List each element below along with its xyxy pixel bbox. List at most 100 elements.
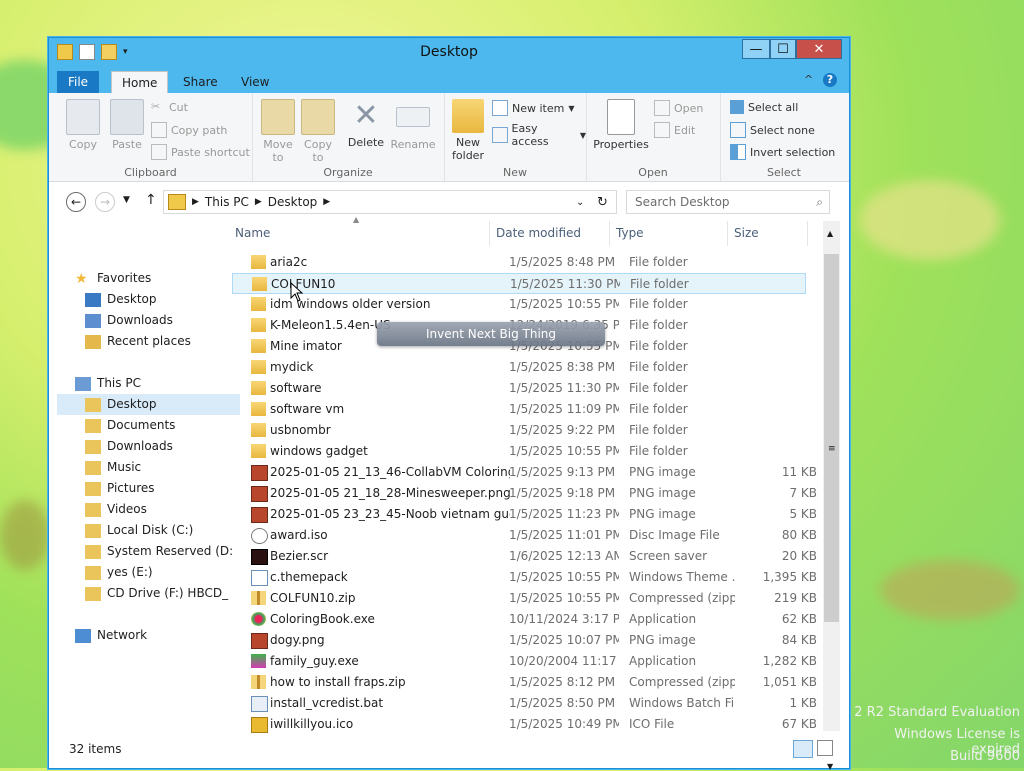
cell-name: software vm [270,402,345,416]
cell-name: award.iso [270,528,328,542]
up-button[interactable]: ↑ [145,192,157,208]
paste-shortcut-button[interactable]: Paste shortcut [151,144,250,160]
close-button[interactable]: ✕ [796,39,842,59]
nav-favorites[interactable]: ★ Favorites [49,268,243,289]
table-row[interactable]: idm windows older version 1/5/2025 10:55 … [232,294,806,315]
invert-selection-icon [730,144,746,160]
details-view-icon[interactable] [793,740,813,758]
delete-button[interactable]: ✕ Delete [346,99,386,150]
large-icons-view-icon[interactable] [817,740,833,756]
table-row[interactable]: install_vcredist.bat 1/5/2025 8:50 PM Wind… [232,693,817,714]
new-item-button[interactable]: New item ▼ [492,100,575,116]
back-button[interactable]: ← [66,192,86,212]
column-header-type[interactable]: Type [610,221,728,246]
cell-date: 1/5/2025 9:13 PM [509,465,616,479]
floating-tooltip: Invent Next Big Thing [377,322,605,346]
breadcrumb-desktop[interactable]: Desktop [268,195,318,209]
table-row[interactable]: windows gadget 1/5/2025 10:55 PM File fold… [232,441,806,462]
select-group: Select all Select none Invert selection … [720,93,848,181]
copy-button[interactable]: Copy [63,99,103,151]
nav-label: Local Disk (C:) [107,523,194,537]
scrollbar-thumb[interactable] [824,254,839,622]
cell-name: install_vcredist.bat [270,696,384,710]
table-row[interactable]: 2025-01-05 21_13_46-CollabVM Coloring ..… [232,462,817,483]
table-row[interactable]: how to install fraps.zip 1/5/2025 8:12 PM… [232,672,817,693]
copy-to-button[interactable]: Copy to [300,99,336,164]
scroll-down-icon[interactable]: ▼ [827,762,833,771]
properties-button[interactable]: Properties [592,99,650,151]
cell-date: 1/5/2025 10:07 PM [509,633,619,647]
paste-button[interactable]: Paste [107,99,147,151]
nav-pc-item[interactable]: Desktop [57,394,240,415]
address-dropdown-icon[interactable]: ⌄ [576,197,584,208]
png-file-icon [251,465,268,481]
new-folder-button[interactable]: New folder [450,99,486,162]
vertical-scrollbar[interactable]: ▲ ≡ ▼ [823,221,840,771]
table-row[interactable]: 2025-01-05 23_23_45-Noob vietnam gues...… [232,504,817,525]
cell-name: iwillkillyou.ico [270,717,354,731]
refresh-icon[interactable]: ↻ [597,195,608,210]
minimize-button[interactable]: — [742,39,770,59]
nav-network[interactable]: Network [49,625,243,646]
invert-selection-button[interactable]: Invert selection [730,144,835,160]
cell-name: software [270,381,322,395]
tab-home[interactable]: Home [111,71,169,94]
cell-size: 1,282 KB [762,654,817,668]
maximize-button[interactable]: ☐ [770,39,796,59]
cell-name: COLFUN10 [271,277,336,291]
table-row[interactable]: dogy.png 1/5/2025 10:07 PM PNG image 84 KB [232,630,817,651]
nav-this-pc[interactable]: This PC [49,373,243,394]
table-row[interactable]: mydick 1/5/2025 8:38 PM File folder [232,357,806,378]
column-header-name[interactable]: Name [217,221,490,246]
easy-access-button[interactable]: Easy access ▼ [492,122,586,148]
cell-date: 1/5/2025 10:55 PM [509,444,619,458]
table-row[interactable]: COLFUN10 1/5/2025 11:30 PM File folder [232,273,806,294]
cell-type: File folder [629,318,688,332]
search-input[interactable]: Search Desktop ⌕ [626,190,830,214]
tab-file[interactable]: File [57,71,99,93]
table-row[interactable]: c.themepack 1/5/2025 10:55 PM Windows Them… [232,567,817,588]
table-row[interactable]: ColoringBook.exe 10/11/2024 3:17 PM Applic… [232,609,817,630]
title-bar[interactable]: ▾ Desktop — ☐ ✕ [49,38,849,68]
scroll-up-icon[interactable]: ▲ [827,229,833,238]
forward-button[interactable]: → [95,192,115,212]
cut-button[interactable]: ✂ Cut [151,100,188,114]
nav-label: Documents [107,418,176,432]
nav-label: Pictures [107,481,155,495]
table-row[interactable]: aria2c 1/5/2025 8:48 PM File folder [232,252,806,273]
folder-file-icon [251,423,266,437]
nav-label: Desktop [107,397,157,411]
help-icon[interactable]: ? [823,73,837,87]
breadcrumb-this-pc[interactable]: This PC [205,195,249,209]
scissors-icon: ✂ [151,100,161,113]
move-to-button[interactable]: Move to [260,99,296,164]
tab-share[interactable]: Share [173,71,228,93]
theme-file-icon [251,570,268,586]
collapse-ribbon-icon[interactable]: ^ [804,73,813,86]
table-row[interactable]: usbnombr 1/5/2025 9:22 PM File folder [232,420,806,441]
rename-button[interactable]: Rename [390,99,436,151]
recent-locations-icon[interactable]: ▼ [123,195,130,205]
table-row[interactable]: family_guy.exe 10/20/2004 11:17 ... Applic… [232,651,817,672]
table-row[interactable]: Bezier.scr 1/6/2025 12:13 AM Screen saver 2… [232,546,817,567]
select-all-button[interactable]: Select all [730,100,798,114]
select-none-button[interactable]: Select none [730,122,815,138]
copy-path-button[interactable]: Copy path [151,122,227,138]
table-row[interactable]: COLFUN10.zip 1/5/2025 10:55 PM Compressed … [232,588,817,609]
cell-date: 1/5/2025 10:55 PM [509,591,619,605]
table-row[interactable]: 2025-01-05 21_18_28-Minesweeper.png 1/5/2… [232,483,817,504]
open-button[interactable]: Open [654,100,703,116]
table-row[interactable]: software vm 1/5/2025 11:09 PM File folder [232,399,806,420]
edit-button[interactable]: Edit [654,122,695,138]
address-bar[interactable]: ▶ This PC ▶ Desktop ▶ ⌄ ↻ [163,190,617,214]
table-row[interactable]: award.iso 1/5/2025 11:01 PM Disc Image Fil… [232,525,817,546]
cell-name: Bezier.scr [270,549,329,563]
cell-type: Windows Batch File [629,696,735,710]
cell-type: PNG image [629,486,696,500]
column-header-size[interactable]: Size [728,221,808,246]
table-row[interactable]: software 1/5/2025 11:30 PM File folder [232,378,806,399]
cell-type: File folder [629,381,688,395]
table-row[interactable]: iwillkillyou.ico 1/5/2025 10:49 PM ICO Fil… [232,714,817,735]
tab-view[interactable]: View [231,71,279,93]
column-header-date[interactable]: Date modified [490,221,610,246]
